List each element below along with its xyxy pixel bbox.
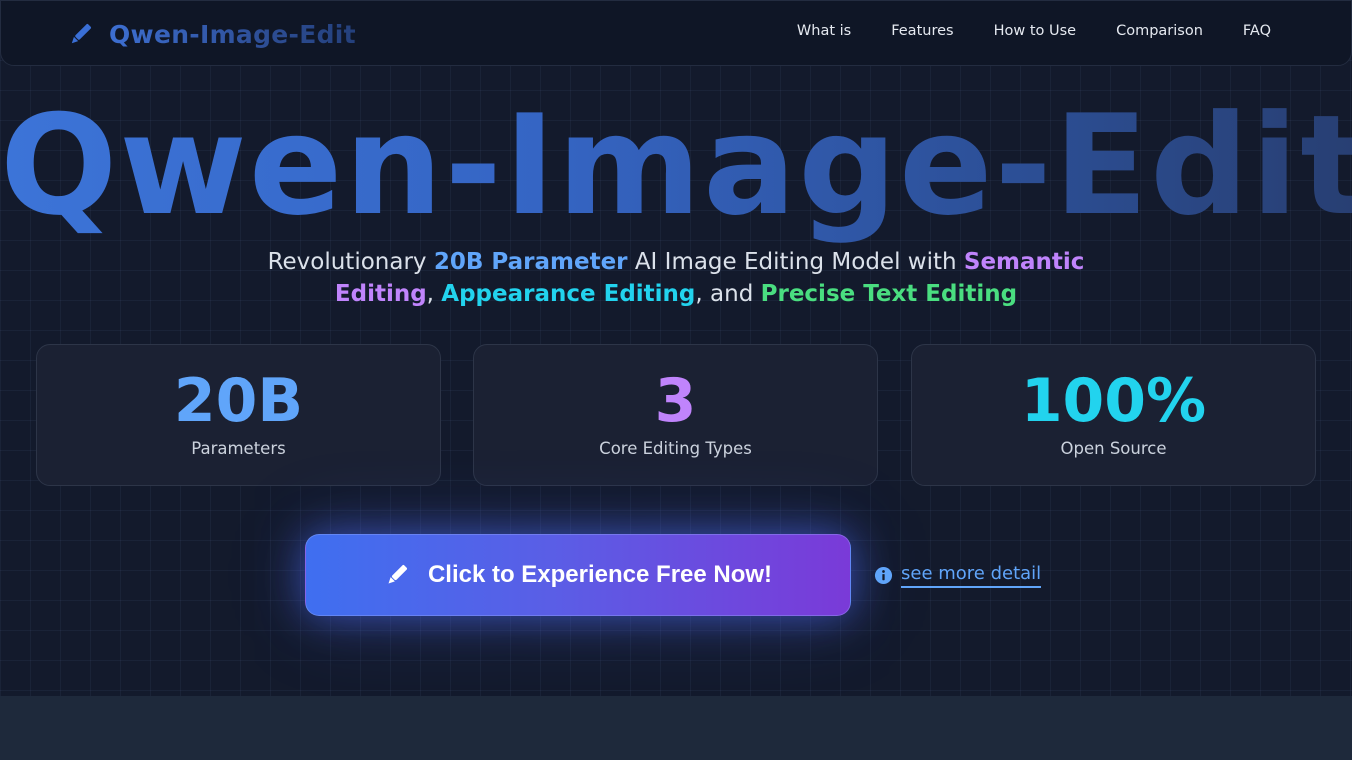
stat-value: 20B: [173, 366, 304, 436]
stat-value: 3: [654, 366, 697, 436]
nav-link-what-is[interactable]: What is: [797, 23, 851, 39]
subtitle-highlight-text-editing: Precise Text Editing: [760, 281, 1018, 307]
subtitle-text: AI Image Editing Model with: [627, 249, 964, 275]
detail-link-text: see more detail: [901, 563, 1042, 588]
pencil-icon: [388, 565, 407, 584]
hero-title: Qwen-Image-Edit: [0, 85, 1352, 246]
stat-card-open-source: 100% Open Source: [911, 344, 1316, 486]
brand-logo-link[interactable]: Qwen-Image-Edit: [67, 17, 356, 51]
stat-card-editing-types: 3 Core Editing Types: [473, 344, 878, 486]
subtitle-highlight-appearance: Appearance Editing: [441, 281, 696, 307]
experience-free-button[interactable]: Click to Experience Free Now!: [305, 534, 851, 616]
nav-link-faq[interactable]: FAQ: [1243, 23, 1271, 39]
pencil-icon: [71, 24, 91, 44]
subtitle-text: Revolutionary: [267, 249, 434, 275]
navbar: Qwen-Image-Edit What is Features How to …: [0, 0, 1352, 66]
cta-label: Click to Experience Free Now!: [427, 561, 773, 588]
subtitle-text: , and: [695, 281, 761, 307]
next-section-strip: [0, 696, 1352, 760]
nav-link-features[interactable]: Features: [891, 23, 953, 39]
stat-label: Core Editing Types: [599, 439, 752, 458]
stat-card-parameters: 20B Parameters: [36, 344, 441, 486]
stat-value: 100%: [1020, 366, 1207, 436]
stat-label: Parameters: [191, 439, 286, 458]
subtitle-text: ,: [426, 281, 442, 307]
nav-menu: What is Features How to Use Comparison F…: [797, 23, 1271, 39]
hero-subtitle: Revolutionary 20B Parameter AI Image Edi…: [226, 246, 1126, 310]
info-icon: [874, 566, 893, 584]
hero-section: Qwen-Image-Edit What is Features How to …: [0, 0, 1352, 696]
subtitle-highlight-parameters: 20B Parameter: [433, 249, 628, 275]
nav-link-comparison[interactable]: Comparison: [1116, 23, 1203, 39]
stat-label: Open Source: [1060, 439, 1167, 458]
see-more-detail-link[interactable]: see more detail: [874, 562, 1042, 588]
brand-name: Qwen-Image-Edit: [109, 19, 356, 49]
nav-link-how-to-use[interactable]: How to Use: [994, 23, 1077, 39]
